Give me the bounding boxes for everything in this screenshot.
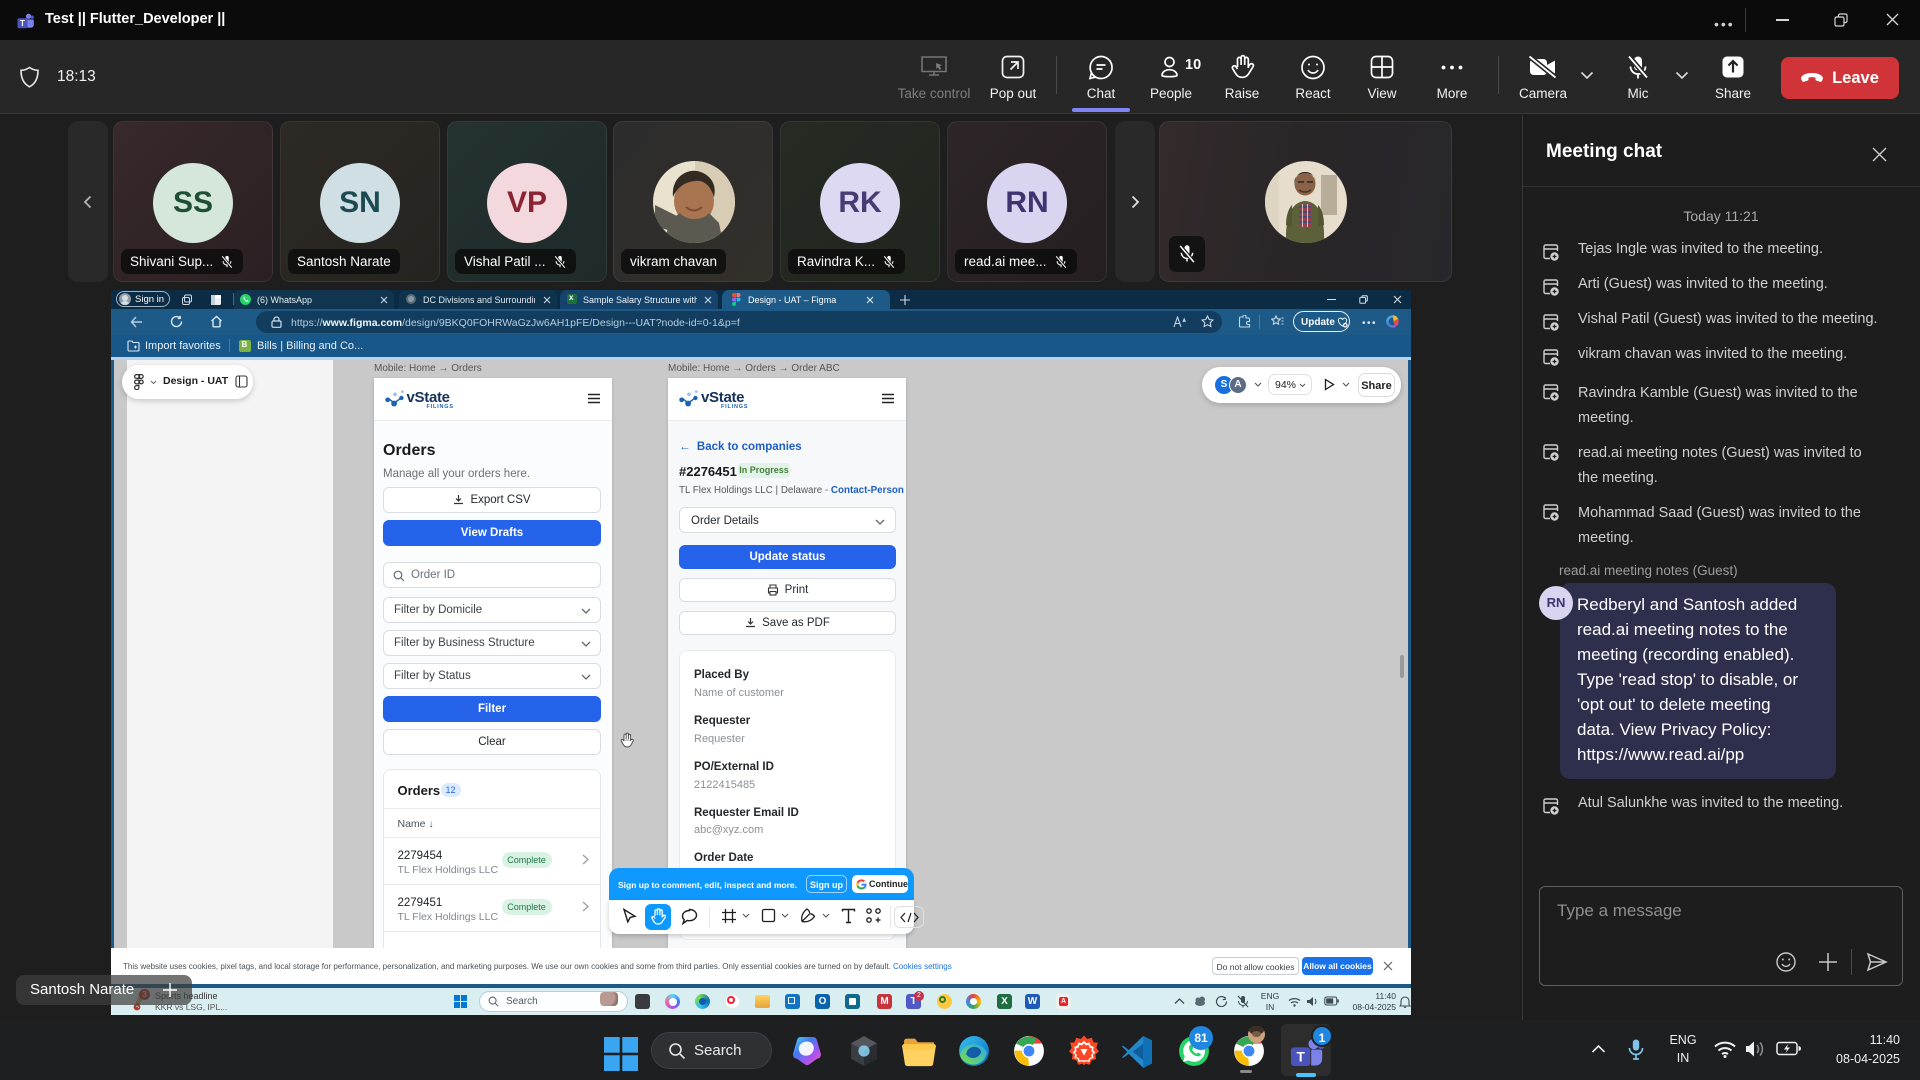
svg-text:T: T (20, 19, 25, 28)
svg-text:T: T (1296, 1050, 1305, 1065)
